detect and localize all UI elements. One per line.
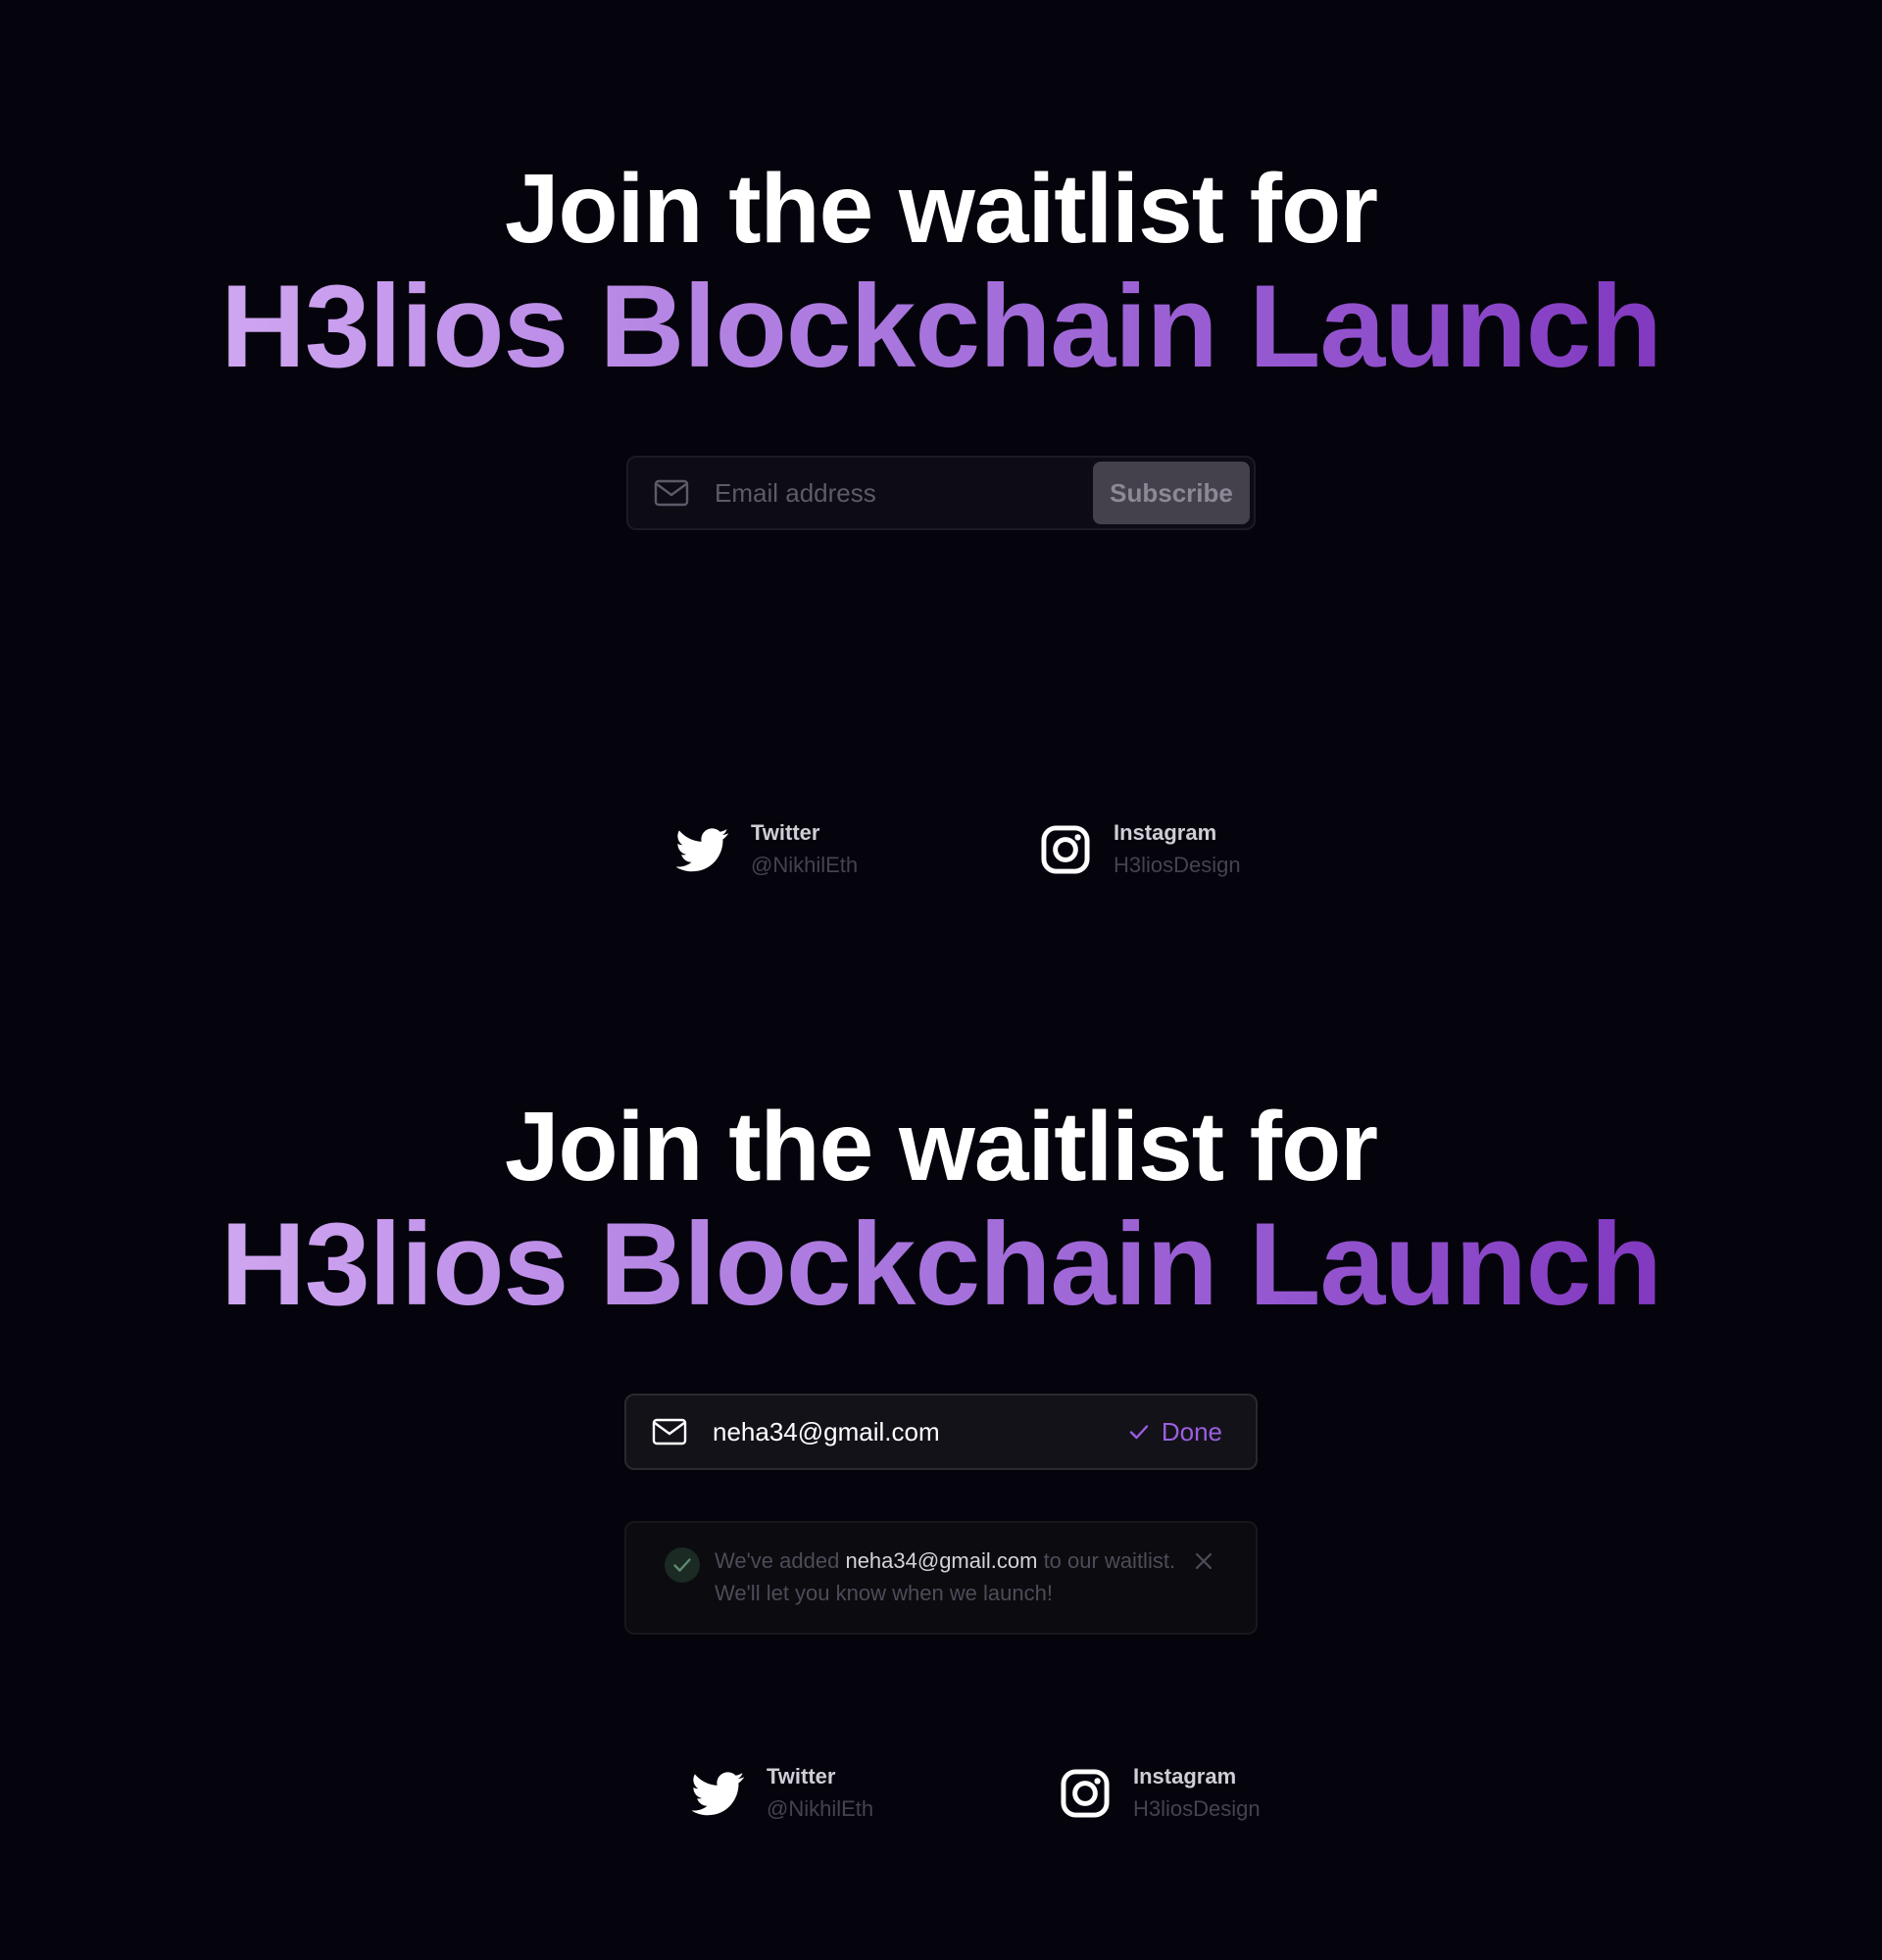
twitter-bird-icon <box>692 1772 745 1816</box>
waitlist-section-done: Join the waitlist for H3lios Blockchain … <box>0 1090 1882 1635</box>
headline-line1: Join the waitlist for <box>504 1092 1378 1201</box>
headline-line1: Join the waitlist for <box>504 154 1378 264</box>
instagram-icon <box>1061 1769 1110 1818</box>
done-button[interactable]: Done <box>1128 1417 1222 1447</box>
headline-line2: H3lios Blockchain Launch <box>0 266 1882 387</box>
instagram-icon <box>1041 825 1090 874</box>
email-input[interactable] <box>715 473 1093 513</box>
social-name: Instagram <box>1133 1764 1237 1788</box>
social-text-twitter: Twitter @NikhilEth <box>751 817 858 882</box>
headline: Join the waitlist for H3lios Blockchain … <box>0 152 1882 387</box>
social-link-instagram[interactable]: Instagram H3liosDesign <box>1039 817 1241 882</box>
social-name: Twitter <box>767 1764 836 1788</box>
social-link-instagram[interactable]: Instagram H3liosDesign <box>1059 1761 1261 1826</box>
email-form-done: neha34@gmail.com Done <box>624 1394 1258 1470</box>
twitter-bird-icon <box>676 828 729 872</box>
headline-line2: H3lios Blockchain Launch <box>0 1203 1882 1325</box>
social-handle: @NikhilEth <box>751 853 859 877</box>
waitlist-section-empty: Join the waitlist for H3lios Blockchain … <box>0 152 1882 530</box>
close-icon[interactable] <box>1193 1550 1214 1572</box>
email-form: Subscribe <box>626 456 1256 530</box>
social-handle: @NikhilEth <box>767 1796 874 1821</box>
success-toast: We've added neha34@gmail.com to our wait… <box>624 1521 1258 1635</box>
waitlist-page: Join the waitlist for H3lios Blockchain … <box>0 0 1882 1960</box>
check-icon <box>1129 1425 1149 1440</box>
social-text-instagram: Instagram H3liosDesign <box>1133 1761 1261 1826</box>
toast-email: neha34@gmail.com <box>845 1548 1038 1573</box>
social-text-instagram: Instagram H3liosDesign <box>1114 817 1241 882</box>
toast-prefix: We've added <box>715 1548 846 1573</box>
subscribe-button[interactable]: Subscribe <box>1093 462 1250 524</box>
social-links: Twitter @NikhilEth Instagram H3liosDesig… <box>0 1761 1882 1839</box>
social-handle: H3liosDesign <box>1114 853 1241 877</box>
social-handle: H3liosDesign <box>1133 1796 1261 1821</box>
email-value[interactable]: neha34@gmail.com <box>713 1417 1128 1447</box>
mail-icon <box>652 1418 687 1446</box>
social-link-twitter[interactable]: Twitter @NikhilEth <box>692 1761 873 1826</box>
social-name: Instagram <box>1114 820 1217 845</box>
social-links: Twitter @NikhilEth Instagram H3liosDesig… <box>0 817 1882 896</box>
done-label: Done <box>1161 1416 1222 1446</box>
headline: Join the waitlist for H3lios Blockchain … <box>0 1090 1882 1325</box>
mail-icon <box>654 479 689 507</box>
social-link-twitter[interactable]: Twitter @NikhilEth <box>676 817 858 882</box>
toast-message: We've added neha34@gmail.com to our wait… <box>715 1544 1177 1609</box>
check-circle-icon <box>665 1547 700 1583</box>
social-name: Twitter <box>751 820 820 845</box>
social-text-twitter: Twitter @NikhilEth <box>767 1761 873 1826</box>
